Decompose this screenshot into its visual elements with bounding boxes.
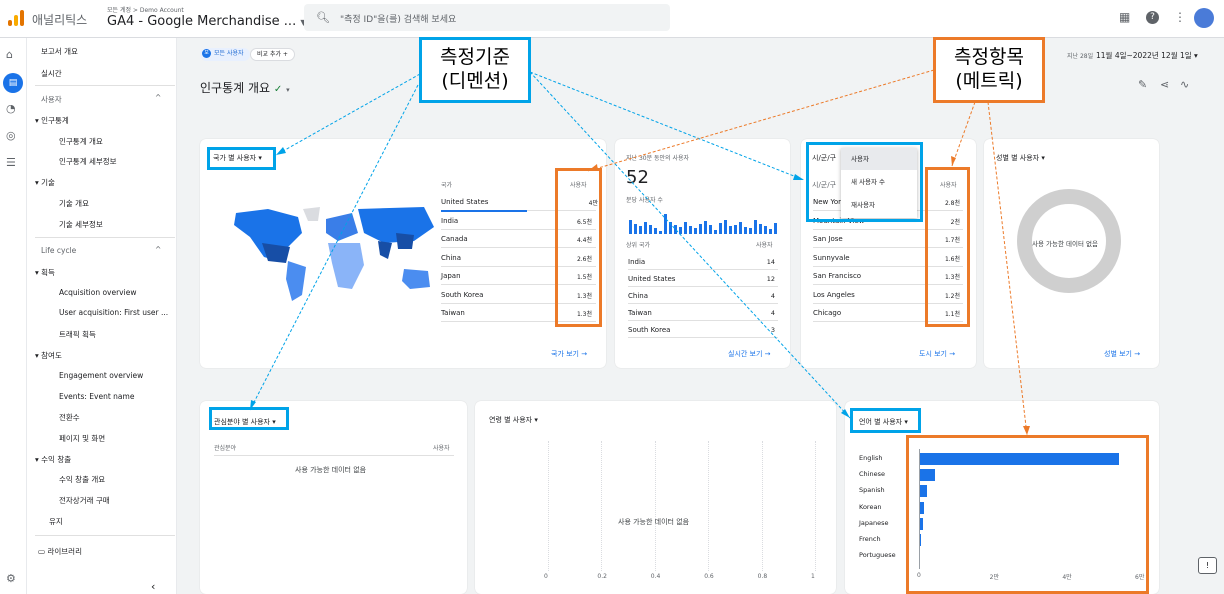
dimension-highlight-country [207,147,276,170]
metric-highlight-language [906,435,1149,594]
dimension-highlight-language [850,408,921,433]
metric-highlight-city [925,167,970,327]
dimension-callout: 측정기준 (디멘션) [419,37,531,103]
metric-highlight-country [555,168,602,327]
metric-callout: 측정항목 (메트릭) [933,37,1045,103]
dimension-highlight-interest [209,407,289,430]
metric-callout-text: 측정항목 (메트릭) [954,46,1024,92]
dimension-callout-text: 측정기준 (디멘션) [440,46,510,92]
dimension-highlight-city [806,142,923,222]
